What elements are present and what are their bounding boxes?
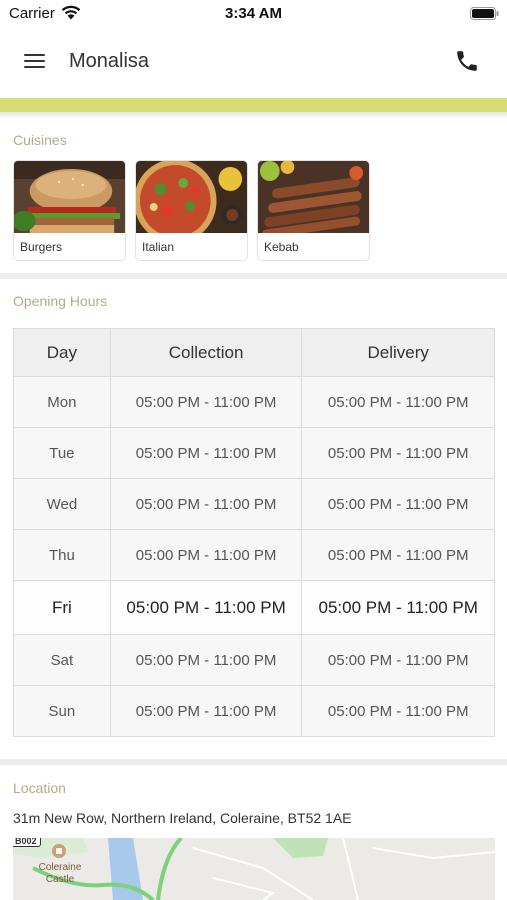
day-cell: Thu xyxy=(13,529,111,581)
cuisines-heading: Cuisines xyxy=(13,132,67,148)
banner-shadow xyxy=(0,112,507,118)
cuisine-card-kebab[interactable]: Kebab xyxy=(257,160,370,261)
hamburger-menu-icon[interactable] xyxy=(22,50,48,72)
battery-icon xyxy=(470,7,499,20)
pizza-image xyxy=(136,161,247,233)
kebab-image xyxy=(258,161,369,233)
map-place-label: Coleraine Castle xyxy=(38,862,82,885)
navigation-bar: Monalisa xyxy=(0,28,507,98)
status-bar: Carrier 3:34 AM xyxy=(0,0,507,28)
section-divider xyxy=(0,759,507,765)
cuisine-label-kebab: Kebab xyxy=(264,240,299,254)
delivery-hours-cell: 05:00 PM - 11:00 PM xyxy=(301,376,495,428)
cuisine-card-italian[interactable]: Italian xyxy=(135,160,248,261)
collection-hours-cell: 05:00 PM - 11:00 PM xyxy=(109,529,303,581)
table-row: Wed 05:00 PM - 11:00 PM 05:00 PM - 11:00… xyxy=(13,478,495,530)
location-heading: Location xyxy=(13,780,66,796)
day-cell: Sun xyxy=(13,685,111,737)
delivery-hours-cell: 05:00 PM - 11:00 PM xyxy=(301,634,495,686)
collection-hours-cell: 05:00 PM - 11:00 PM xyxy=(109,580,303,635)
opening-hours-table: Day Collection Delivery Mon 05:00 PM - 1… xyxy=(13,328,495,737)
column-header-delivery: Delivery xyxy=(301,328,495,377)
table-row: Mon 05:00 PM - 11:00 PM 05:00 PM - 11:00… xyxy=(13,376,495,428)
column-header-collection: Collection xyxy=(109,328,303,377)
day-cell: Mon xyxy=(13,376,111,428)
delivery-hours-cell: 05:00 PM - 11:00 PM xyxy=(301,478,495,530)
restaurant-title: Monalisa xyxy=(69,50,150,72)
collection-hours-cell: 05:00 PM - 11:00 PM xyxy=(109,478,303,530)
column-header-day: Day xyxy=(13,328,111,377)
location-map[interactable]: B002 Coleraine Castle xyxy=(13,838,495,900)
delivery-hours-cell: 05:00 PM - 11:00 PM xyxy=(301,580,495,635)
delivery-hours-cell: 05:00 PM - 11:00 PM xyxy=(301,529,495,581)
table-row: Sun 05:00 PM - 11:00 PM 05:00 PM - 11:00… xyxy=(13,685,495,737)
opening-hours-heading: Opening Hours xyxy=(13,293,108,309)
burger-image xyxy=(14,161,125,233)
collection-hours-cell: 05:00 PM - 11:00 PM xyxy=(109,634,303,686)
cuisine-label-burgers: Burgers xyxy=(20,240,63,254)
phone-icon[interactable] xyxy=(454,48,480,74)
day-cell: Wed xyxy=(13,478,111,530)
table-header-row: Day Collection Delivery xyxy=(13,328,495,377)
cuisine-card-burgers[interactable]: Burgers xyxy=(13,160,126,261)
map-road-number: B002 xyxy=(13,838,41,847)
address-text: 31m New Row, Northern Ireland, Coleraine… xyxy=(13,810,352,826)
table-row-today: Fri 05:00 PM - 11:00 PM 05:00 PM - 11:00… xyxy=(13,580,495,635)
day-cell: Fri xyxy=(13,580,111,635)
section-divider xyxy=(0,273,507,279)
day-cell: Tue xyxy=(13,427,111,479)
table-row: Thu 05:00 PM - 11:00 PM 05:00 PM - 11:00… xyxy=(13,529,495,581)
clock: 3:34 AM xyxy=(225,5,282,22)
delivery-hours-cell: 05:00 PM - 11:00 PM xyxy=(301,427,495,479)
collection-hours-cell: 05:00 PM - 11:00 PM xyxy=(109,376,303,428)
collection-hours-cell: 05:00 PM - 11:00 PM xyxy=(109,685,303,737)
table-row: Tue 05:00 PM - 11:00 PM 05:00 PM - 11:00… xyxy=(13,427,495,479)
collection-hours-cell: 05:00 PM - 11:00 PM xyxy=(109,427,303,479)
table-row: Sat 05:00 PM - 11:00 PM 05:00 PM - 11:00… xyxy=(13,634,495,686)
day-cell: Sat xyxy=(13,634,111,686)
cuisine-label-italian: Italian xyxy=(142,240,175,254)
accent-banner xyxy=(0,98,507,112)
delivery-hours-cell: 05:00 PM - 11:00 PM xyxy=(301,685,495,737)
